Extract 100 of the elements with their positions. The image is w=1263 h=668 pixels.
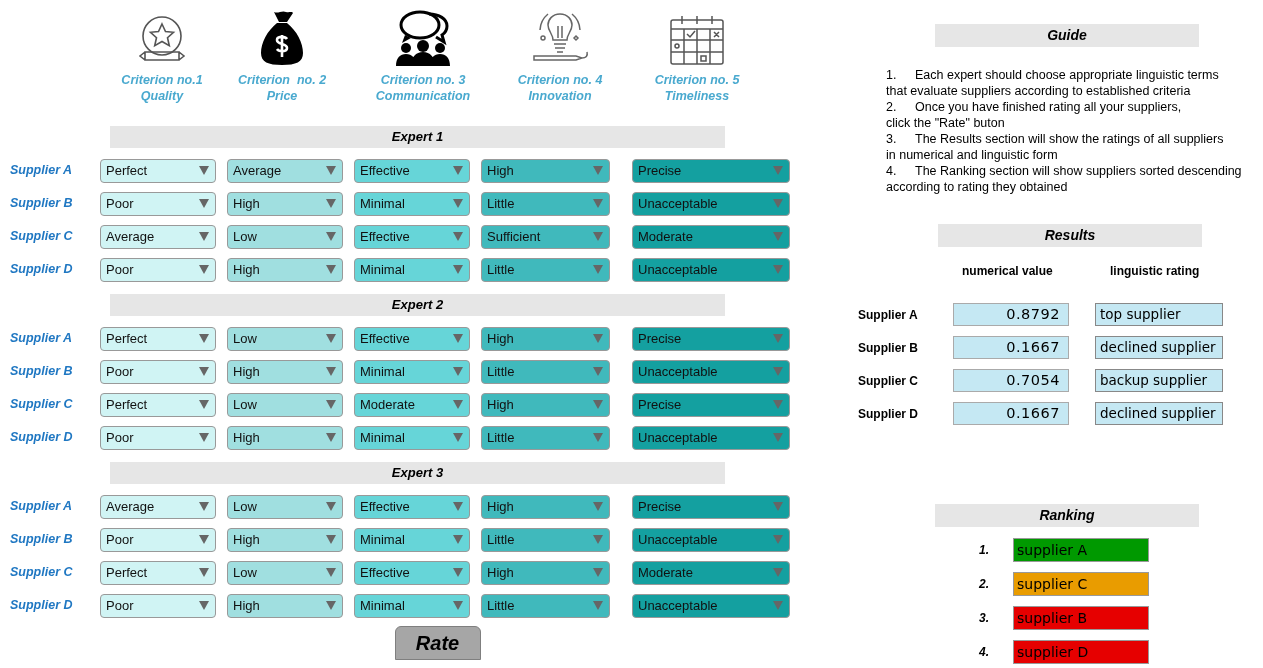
ranked-supplier: supplier B [1013,606,1149,630]
rating-dropdown[interactable]: Minimal [354,257,470,282]
rating-dropdown[interactable]: Average [100,224,216,249]
caret-icon [773,199,783,208]
rating-dropdown[interactable]: High [227,359,343,384]
rating-dropdown[interactable]: Little [481,359,610,384]
caret-icon [326,601,336,610]
rating-dropdown[interactable]: Effective [354,494,470,519]
caret-icon [199,199,209,208]
caret-icon [593,502,603,511]
rating-dropdown[interactable]: High [227,257,343,282]
rating-dropdown[interactable]: High [227,191,343,216]
rating-dropdown[interactable]: Minimal [354,191,470,216]
criterion-label: Criterion no. 4 [517,72,603,88]
rating-dropdown[interactable]: High [481,158,610,183]
rating-dropdown[interactable]: Unacceptable [632,359,790,384]
rating-dropdown[interactable]: Poor [100,527,216,552]
rating-dropdown[interactable]: Effective [354,560,470,585]
rating-dropdown[interactable]: Unacceptable [632,191,790,216]
rating-dropdown[interactable]: Poor [100,191,216,216]
supplier-label: Supplier A [9,498,74,516]
rating-dropdown[interactable]: High [481,326,610,351]
rank-number: 1. [979,542,990,559]
rating-dropdown[interactable]: Low [227,392,343,417]
caret-icon [453,535,463,544]
section-title: Guide [1047,26,1087,45]
caret-icon [453,199,463,208]
caret-icon [593,232,603,241]
rating-dropdown[interactable]: High [227,593,343,618]
ranked-supplier: supplier A [1013,538,1149,562]
caret-icon [326,433,336,442]
rating-dropdown[interactable]: Perfect [100,392,216,417]
rating-dropdown[interactable]: Unacceptable [632,593,790,618]
caret-icon [773,334,783,343]
expert-title: Expert 3 [391,464,444,483]
rating-dropdown[interactable]: Precise [632,158,790,183]
rating-dropdown[interactable]: High [481,560,610,585]
rating-dropdown[interactable]: Low [227,224,343,249]
calendar-icon [669,14,725,66]
rating-dropdown[interactable]: Unacceptable [632,527,790,552]
rating-dropdown[interactable]: Minimal [354,593,470,618]
rating-dropdown[interactable]: High [227,527,343,552]
guide-step: 4. The Ranking section will show suppliers sorted descending according to rating they obtained [886,163,1263,195]
rating-dropdown[interactable]: Effective [354,158,470,183]
rating-dropdown[interactable]: Moderate [632,224,790,249]
rating-dropdown[interactable]: Little [481,191,610,216]
rating-dropdown[interactable]: Moderate [354,392,470,417]
rating-dropdown[interactable]: Perfect [100,158,216,183]
rate-button[interactable]: Rate [394,626,481,660]
rating-dropdown[interactable]: High [481,494,610,519]
caret-icon [199,232,209,241]
rating-dropdown[interactable]: Average [227,158,343,183]
rating-dropdown[interactable]: Moderate [632,560,790,585]
rating-dropdown[interactable]: Minimal [354,527,470,552]
caret-icon [773,265,783,274]
rating-dropdown[interactable]: Unacceptable [632,425,790,450]
rating-dropdown[interactable]: Perfect [100,326,216,351]
rating-dropdown[interactable]: Minimal [354,359,470,384]
rating-dropdown[interactable]: Minimal [354,425,470,450]
rating-dropdown[interactable]: Little [481,257,610,282]
rating-dropdown[interactable]: High [227,425,343,450]
rating-dropdown[interactable]: Effective [354,326,470,351]
rating-dropdown[interactable]: Perfect [100,560,216,585]
rating-dropdown[interactable]: Unacceptable [632,257,790,282]
column-header: numerical value [962,263,1054,280]
rating-dropdown[interactable]: Low [227,560,343,585]
rating-dropdown[interactable]: Precise [632,494,790,519]
rank-number: 2. [979,576,990,593]
rank-number: 4. [979,644,990,661]
ranked-supplier: supplier D [1013,640,1149,664]
caret-icon [773,367,783,376]
rating-dropdown[interactable]: Little [481,593,610,618]
rating-dropdown[interactable]: Precise [632,326,790,351]
caret-icon [593,265,603,274]
rating-dropdown[interactable]: Little [481,527,610,552]
rating-dropdown[interactable]: Sufficient [481,224,610,249]
criterion-name: Quality [140,88,184,104]
guide-step: 2. Once you have finished rating all your suppliers, click the "Rate" buton [886,99,1263,131]
caret-icon [199,367,209,376]
caret-icon [773,433,783,442]
rating-dropdown[interactable]: Low [227,326,343,351]
caret-icon [593,199,603,208]
caret-icon [199,433,209,442]
caret-icon [773,232,783,241]
criterion-name: Price [266,88,298,104]
rating-dropdown[interactable]: Average [100,494,216,519]
rating-dropdown[interactable]: Little [481,425,610,450]
rating-dropdown[interactable]: Low [227,494,343,519]
rating-dropdown[interactable]: High [481,392,610,417]
rating-dropdown[interactable]: Poor [100,593,216,618]
caret-icon [773,166,783,175]
criterion-name: Communication [375,88,471,104]
rating-dropdown[interactable]: Precise [632,392,790,417]
rating-dropdown[interactable]: Poor [100,359,216,384]
rating-dropdown[interactable]: Poor [100,425,216,450]
caret-icon [453,166,463,175]
caret-icon [453,367,463,376]
rating-dropdown[interactable]: Poor [100,257,216,282]
rating-dropdown[interactable]: Effective [354,224,470,249]
column-header: linguistic rating [1110,263,1200,280]
